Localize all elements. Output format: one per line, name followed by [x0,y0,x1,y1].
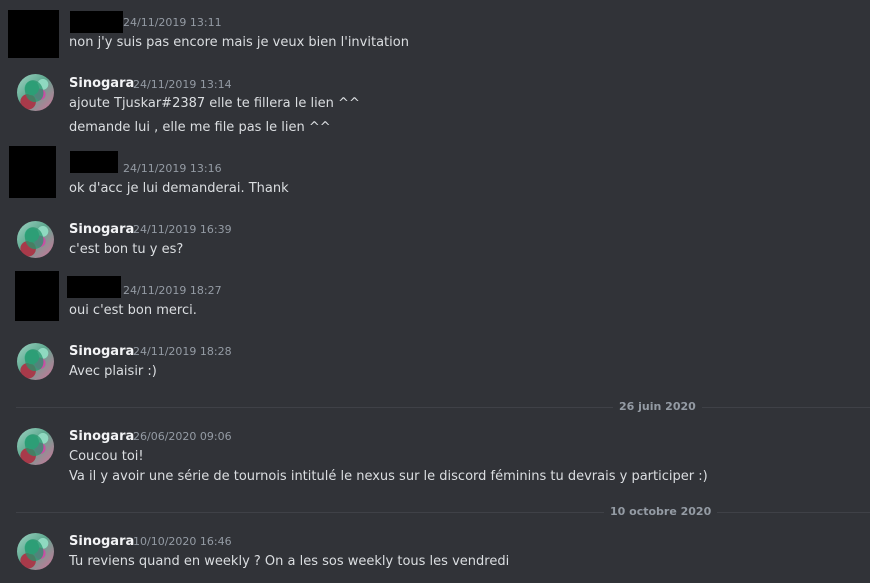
date-divider-label: 26 juin 2020 [613,400,702,414]
author-name[interactable]: Sinogara [69,534,134,550]
author-name[interactable]: Sinogara [69,222,134,238]
message-text: demande lui , elle me file pas le lien ^… [69,120,331,135]
message-text: ok d'acc je lui demanderai. Thank [69,181,289,196]
message-timestamp: 24/11/2019 18:28 [133,345,232,358]
message-text: Coucou toi! [69,449,144,464]
avatar[interactable] [17,221,54,258]
avatar-redacted[interactable] [9,146,56,198]
avatar-redacted[interactable] [15,271,59,321]
avatar[interactable] [17,343,54,380]
message-text: ajoute Tjuskar#2387 elle te fillera le l… [69,96,360,111]
message-text: Avec plaisir :) [69,364,157,379]
author-name-redacted[interactable] [67,276,121,298]
message-timestamp: 24/11/2019 16:39 [133,223,232,236]
message-text: Tu reviens quand en weekly ? On a les so… [69,554,510,569]
message-timestamp: 24/11/2019 13:16 [123,162,222,175]
message-timestamp: 24/11/2019 13:11 [123,16,222,29]
author-name[interactable]: Sinogara [69,76,134,92]
author-name[interactable]: Sinogara [69,429,134,445]
author-name[interactable]: Sinogara [69,344,134,360]
avatar[interactable] [17,428,54,465]
avatar[interactable] [17,533,54,570]
date-divider [16,407,870,408]
date-divider [16,512,870,513]
message-text: oui c'est bon merci. [69,303,197,318]
avatar[interactable] [17,74,54,111]
author-name-redacted[interactable] [70,11,123,33]
message-timestamp: 24/11/2019 18:27 [123,284,222,297]
author-name-redacted[interactable] [70,151,118,173]
message-text: Va il y avoir une série de tournois inti… [69,469,708,484]
message-text: non j'y suis pas encore mais je veux bie… [69,35,409,50]
message-timestamp: 10/10/2020 16:46 [133,535,232,548]
message-text: c'est bon tu y es? [69,242,184,257]
avatar-redacted[interactable] [8,10,59,58]
date-divider-label: 10 octobre 2020 [604,505,718,519]
message-timestamp: 24/11/2019 13:14 [133,78,232,91]
message-timestamp: 26/06/2020 09:06 [133,430,232,443]
